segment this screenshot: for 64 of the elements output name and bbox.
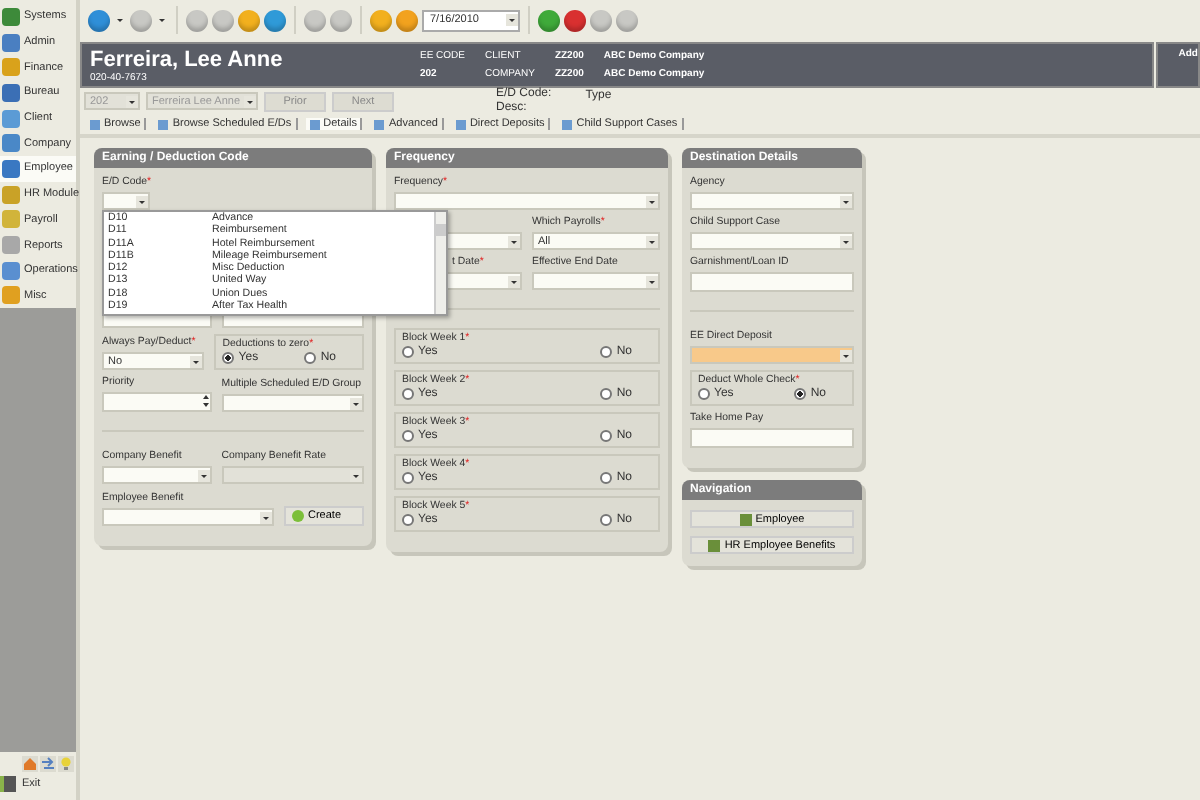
tab-icon <box>374 119 385 129</box>
toolbar-icon[interactable] <box>264 9 286 31</box>
caret-icon <box>506 14 518 26</box>
caret-icon <box>350 397 362 409</box>
tab-icon <box>309 119 320 129</box>
radio-button[interactable] <box>402 514 414 526</box>
radio-button[interactable] <box>600 346 613 358</box>
caret-icon <box>197 469 210 481</box>
caret-icon <box>136 195 148 207</box>
caret-icon <box>190 355 203 367</box>
radio-button[interactable] <box>600 472 613 484</box>
caret-icon <box>646 235 658 247</box>
radio-button[interactable] <box>402 472 414 484</box>
tab-icon <box>562 119 573 129</box>
toolbar-icon[interactable] <box>396 9 418 31</box>
dropdown[interactable] <box>690 346 854 364</box>
radio-button[interactable] <box>794 388 807 400</box>
dropdown[interactable] <box>102 508 274 526</box>
radio-button[interactable] <box>600 514 613 526</box>
employee-name: Ferreira, Lee Anne <box>90 47 285 71</box>
arrows-icon[interactable] <box>40 756 56 772</box>
toolbar-icon[interactable] <box>238 9 260 31</box>
tab-icon <box>90 119 100 129</box>
toolbar-icon[interactable] <box>538 9 560 31</box>
home-icon[interactable] <box>22 756 38 772</box>
input-field[interactable] <box>690 272 854 292</box>
caret-icon <box>840 235 852 247</box>
radio-button[interactable] <box>304 352 317 364</box>
dropdown[interactable] <box>102 466 212 484</box>
caret-icon <box>508 235 520 247</box>
input-field[interactable] <box>690 428 854 448</box>
caret-icon <box>260 511 272 523</box>
caret-icon <box>244 95 256 107</box>
caret-icon <box>646 275 658 287</box>
tab-icon <box>158 119 169 129</box>
spinner-icon <box>201 394 210 408</box>
lightbulb-icon[interactable] <box>58 756 74 772</box>
caret-icon <box>840 349 852 361</box>
caret-icon <box>840 195 852 207</box>
dropdown[interactable] <box>690 232 854 250</box>
dropdown[interactable] <box>221 394 364 412</box>
radio-button[interactable] <box>402 430 414 442</box>
caret-icon <box>646 195 658 207</box>
radio-button[interactable] <box>402 388 414 400</box>
caret-icon[interactable] <box>114 14 126 26</box>
caret-icon[interactable] <box>156 14 168 26</box>
caret-icon <box>350 469 362 481</box>
radio-button[interactable] <box>698 388 710 400</box>
radio-button[interactable] <box>600 388 613 400</box>
radio-button[interactable] <box>402 346 414 358</box>
number-field[interactable] <box>102 392 212 412</box>
tab-icon <box>455 119 466 129</box>
scrollbar[interactable] <box>434 212 446 314</box>
caret-icon <box>126 95 138 107</box>
radio-button[interactable] <box>600 430 613 442</box>
dropdown[interactable] <box>394 192 660 210</box>
dropdown[interactable] <box>102 192 150 210</box>
toolbar-icon[interactable] <box>564 9 586 31</box>
radio-button[interactable] <box>222 352 235 364</box>
toolbar-icon[interactable] <box>88 9 110 31</box>
caret-icon <box>508 275 520 287</box>
dropdown[interactable] <box>532 272 660 290</box>
toolbar-icon[interactable] <box>370 9 392 31</box>
dropdown[interactable] <box>690 192 854 210</box>
